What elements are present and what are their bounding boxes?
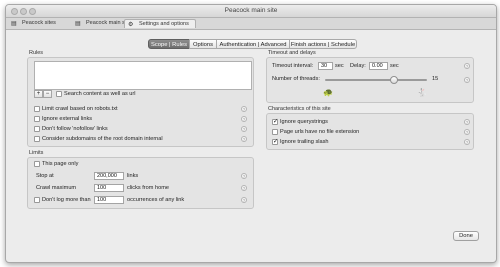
- threads-slider-knob[interactable]: [390, 76, 398, 84]
- ignore-querystrings-label: Ignore querystrings: [280, 119, 328, 125]
- help-icon[interactable]: ?: [464, 119, 470, 125]
- help-icon[interactable]: ?: [464, 139, 470, 145]
- crawl-maximum-unit: clicks from home: [127, 185, 169, 191]
- help-icon[interactable]: ?: [241, 116, 247, 122]
- characteristics-group-label: Characteristics of this site: [268, 106, 331, 112]
- segment-scope-rules[interactable]: Scope | Rules: [148, 39, 190, 49]
- this-page-only-checkbox[interactable]: [34, 161, 40, 167]
- segment-label: Authentication | Advanced: [219, 42, 287, 48]
- nofollow-label: Don't follow 'nofollow' links: [42, 126, 108, 132]
- tab-settings-and-options[interactable]: ⚙ Settings and options: [124, 19, 196, 28]
- gear-icon: ⚙: [128, 22, 134, 28]
- threads-slider[interactable]: [325, 76, 427, 84]
- crawl-maximum-label: Crawl maximum: [36, 185, 77, 191]
- help-icon[interactable]: ?: [241, 126, 247, 132]
- segment-label: Options: [193, 42, 213, 48]
- robots-txt-label: Limit crawl based on robots.txt: [42, 106, 118, 112]
- plus-icon: +: [36, 91, 41, 97]
- threads-value: 15: [432, 76, 439, 82]
- rules-group-label: Rules: [29, 50, 44, 56]
- help-icon[interactable]: ?: [464, 129, 470, 135]
- remove-rule-button[interactable]: −: [43, 90, 52, 98]
- tab-label: Peacock sites: [22, 20, 56, 26]
- segment-label: Scope | Rules: [151, 42, 187, 48]
- help-icon[interactable]: ?: [241, 185, 247, 191]
- search-content-checkbox[interactable]: [56, 91, 62, 97]
- delay-label: Delay:: [350, 63, 366, 69]
- this-page-only-label: This page only: [42, 161, 79, 167]
- settings-window: Peacock main site ▤ Peacock sites ▤ Peac…: [5, 4, 497, 263]
- dont-log-unit: occurrences of any link: [127, 197, 185, 203]
- segment-finish-actions-schedule[interactable]: Finish actions | Schedule: [289, 39, 357, 49]
- search-content-label: Search content as well as url: [64, 91, 136, 97]
- help-icon[interactable]: ?: [241, 136, 247, 142]
- dont-log-label: Don't log more than: [42, 197, 91, 203]
- ignore-trailing-slash-checkbox[interactable]: [272, 137, 278, 145]
- crawl-maximum-input[interactable]: 100: [94, 184, 124, 192]
- ignore-external-checkbox[interactable]: [34, 116, 40, 122]
- segment-label: Finish actions | Schedule: [290, 42, 356, 48]
- timeout-group-label: Timeout and delays: [268, 50, 316, 56]
- help-icon[interactable]: ?: [464, 63, 470, 69]
- help-icon[interactable]: ?: [241, 173, 247, 179]
- ignore-trailing-slash-label: Ignore trailing slash: [280, 139, 329, 145]
- minus-icon: −: [45, 91, 50, 97]
- stop-at-unit: links: [127, 173, 139, 179]
- help-icon[interactable]: ?: [241, 197, 247, 203]
- threads-label: Number of threads:: [272, 76, 320, 82]
- rules-group: + − Search content as well as url Limit …: [27, 57, 254, 147]
- window-title: Peacock main site: [224, 7, 278, 14]
- ignore-querystrings-checkbox[interactable]: [272, 117, 278, 125]
- robots-txt-checkbox[interactable]: [34, 106, 40, 112]
- timeout-sec-label: sec: [335, 63, 344, 69]
- dont-log-checkbox[interactable]: [34, 197, 40, 203]
- document-tab-bar: ▤ Peacock sites ▤ Peacock main site ⚙ Se…: [6, 18, 496, 30]
- document-icon: ▤: [75, 21, 81, 27]
- ignore-external-label: Ignore external links: [42, 116, 93, 122]
- help-icon[interactable]: ?: [464, 77, 470, 83]
- segment-authentication-advanced[interactable]: Authentication | Advanced: [216, 39, 290, 49]
- limits-group: This page only Stop at 200,000 links ? C…: [27, 157, 254, 209]
- no-file-extension-checkbox[interactable]: [272, 129, 278, 135]
- stop-at-label: Stop at: [36, 173, 54, 179]
- add-rule-button[interactable]: +: [34, 90, 43, 98]
- hare-icon: 🐇: [417, 88, 427, 97]
- stop-at-input[interactable]: 200,000: [94, 172, 124, 180]
- done-button[interactable]: Done: [453, 231, 479, 241]
- delay-sec-label: sec: [390, 63, 399, 69]
- tortoise-icon: 🐢: [323, 88, 333, 97]
- limits-group-label: Limits: [29, 150, 44, 156]
- title-bar: Peacock main site: [6, 5, 496, 18]
- characteristics-group: Ignore querystrings ? Page urls have no …: [266, 113, 474, 150]
- help-icon[interactable]: ?: [241, 106, 247, 112]
- subdomains-checkbox[interactable]: [34, 136, 40, 142]
- dont-log-input[interactable]: 100: [94, 196, 124, 204]
- subdomains-label: Consider subdomains of the root domain i…: [42, 136, 163, 142]
- timeout-group: Timeout interval: 30 sec Delay: 0.00 sec…: [266, 57, 474, 103]
- nofollow-checkbox[interactable]: [34, 126, 40, 132]
- segment-options[interactable]: Options: [189, 39, 217, 49]
- tab-label: Settings and options: [139, 21, 189, 27]
- no-file-extension-label: Page urls have no file extension: [280, 129, 360, 135]
- document-icon: ▤: [11, 21, 17, 27]
- tab-peacock-sites[interactable]: ▤ Peacock sites: [8, 19, 68, 28]
- delay-input[interactable]: 0.00: [369, 62, 388, 70]
- rules-list[interactable]: [34, 61, 252, 90]
- timeout-interval-input[interactable]: 30: [318, 62, 333, 70]
- timeout-interval-label: Timeout interval:: [272, 63, 314, 69]
